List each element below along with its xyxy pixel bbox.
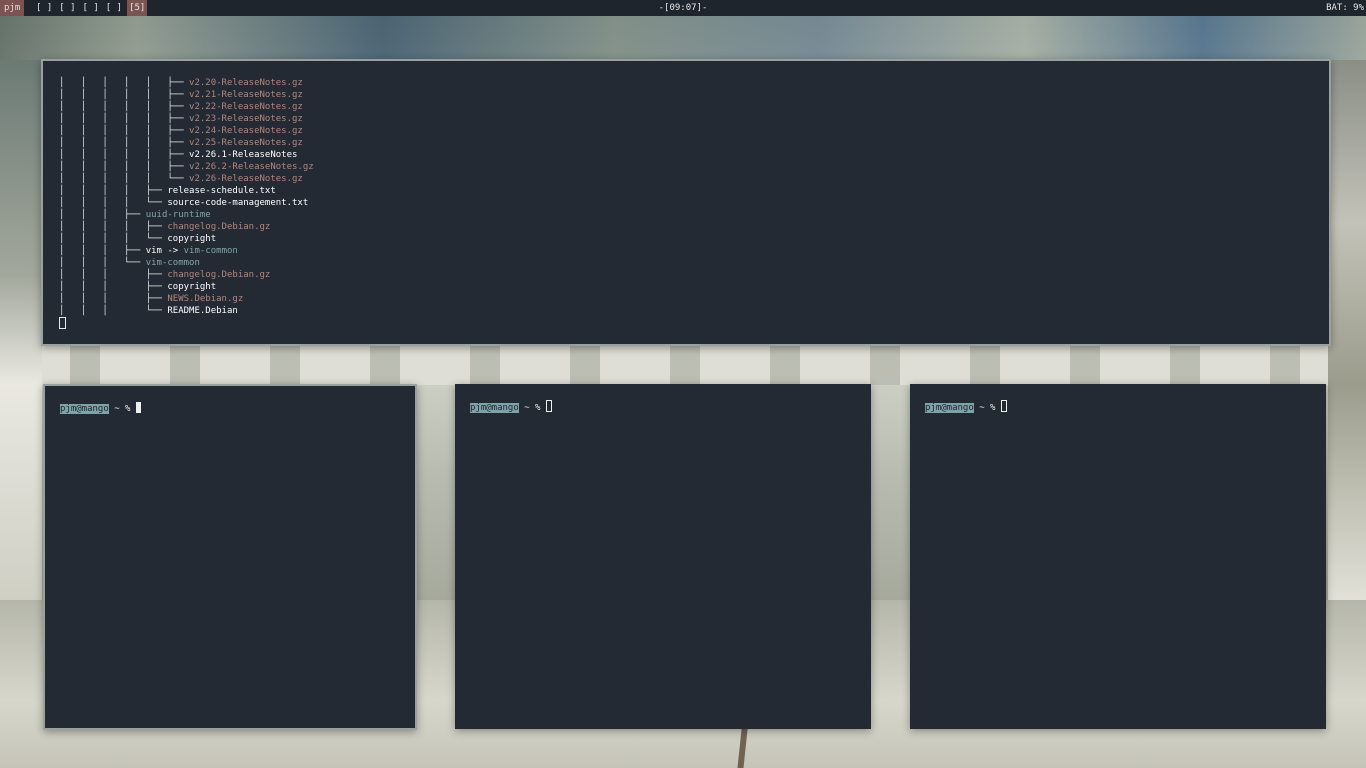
- terminal-middle[interactable]: pjm@mango ~ %: [455, 384, 871, 729]
- tree-line: │ │ │ │ │ ├── v2.26.1-ReleaseNotes: [59, 149, 314, 161]
- tree-branch: │ │ │ │ │ ├──: [59, 126, 190, 136]
- wallpaper-top: [0, 16, 1366, 60]
- tree-entry-name: copyright: [167, 234, 217, 244]
- tree-entry-name: changelog.Debian.gz: [167, 222, 271, 232]
- tree-entry-name: v2.26.1-ReleaseNotes: [189, 150, 298, 160]
- tree-branch: │ │ │ └──: [59, 306, 168, 316]
- tree-entry-name: release-schedule.txt: [167, 186, 276, 196]
- tree-branch: │ │ │ │ │ └──: [59, 174, 190, 184]
- tree-line: │ │ │ ├── vim -> vim-common: [59, 245, 314, 257]
- tree-line: │ │ │ │ │ ├── v2.23-ReleaseNotes.gz: [59, 113, 314, 125]
- tree-entry-name: v2.26-ReleaseNotes.gz: [189, 174, 303, 184]
- tree-line: │ │ │ │ │ ├── v2.22-ReleaseNotes.gz: [59, 101, 314, 113]
- prompt-suffix: ~ %: [973, 403, 1001, 413]
- tree-branch: │ │ │ │ │ ├──: [59, 150, 190, 160]
- clock: -[09:07]-: [658, 3, 708, 13]
- tree-branch: │ │ │ │ └──: [59, 234, 168, 244]
- wallpaper-chairs: [0, 345, 1366, 385]
- tree-branch: │ │ │ └──: [59, 258, 146, 268]
- prompt-host: pjm@mango: [60, 404, 109, 414]
- tree-entry-name: vim-common: [145, 258, 200, 268]
- wallpaper-left: [0, 60, 42, 600]
- tree-entry-name: v2.26.2-ReleaseNotes.gz: [189, 162, 314, 172]
- tree-entry-name: copyright: [167, 282, 217, 292]
- cursor-line: [59, 317, 314, 329]
- tree-entry-name: vim ->: [145, 246, 184, 256]
- tree-branch: │ │ │ ├──: [59, 246, 146, 256]
- tree-branch: │ │ │ ├──: [59, 294, 168, 304]
- tree-line: │ │ │ │ │ ├── v2.21-ReleaseNotes.gz: [59, 89, 314, 101]
- status-bar: pjm [ ] [ ] [ ] [ ] [5] -[09:07]- BAT: 9…: [0, 0, 1366, 16]
- tree-branch: │ │ │ │ │ ├──: [59, 78, 190, 88]
- tree-line: │ │ │ │ │ ├── v2.26.2-ReleaseNotes.gz: [59, 161, 314, 173]
- tree-line: │ │ │ │ └── copyright: [59, 233, 314, 245]
- tree-line: │ │ │ │ └── source-code-management.txt: [59, 197, 314, 209]
- tree-entry-name: v2.24-ReleaseNotes.gz: [189, 126, 303, 136]
- tree-entry-name: changelog.Debian.gz: [167, 270, 271, 280]
- prompt-host: pjm@mango: [470, 403, 519, 413]
- battery-status: BAT: 9%: [1326, 3, 1364, 13]
- terminal-left[interactable]: pjm@mango ~ %: [43, 384, 417, 730]
- tree-line: │ │ │ │ │ ├── v2.25-ReleaseNotes.gz: [59, 137, 314, 149]
- tree-branch: │ │ │ │ ├──: [59, 186, 168, 196]
- tree-entry-name: source-code-management.txt: [167, 198, 309, 208]
- tree-line: │ │ │ │ │ ├── v2.24-ReleaseNotes.gz: [59, 125, 314, 137]
- shell-prompt: pjm@mango ~ %: [470, 400, 552, 414]
- terminal-tree[interactable]: │ │ │ │ │ ├── v2.20-ReleaseNotes.gz │ │ │…: [41, 59, 1331, 346]
- tree-branch: │ │ │ │ │ ├──: [59, 114, 190, 124]
- tree-branch: │ │ │ │ │ ├──: [59, 162, 190, 172]
- prompt-suffix: ~ %: [518, 403, 546, 413]
- tree-entry-name: v2.20-ReleaseNotes.gz: [189, 78, 303, 88]
- tree-branch: │ │ │ ├──: [59, 282, 168, 292]
- text-cursor: [545, 400, 552, 412]
- text-cursor: [59, 317, 66, 329]
- prompt-suffix: ~ %: [108, 404, 136, 414]
- tree-line: │ │ │ ├── uuid-runtime: [59, 209, 314, 221]
- tree-line: │ │ │ │ │ ├── v2.20-ReleaseNotes.gz: [59, 77, 314, 89]
- wallpaper-right: [1328, 60, 1366, 600]
- tree-line: │ │ │ └── vim-common: [59, 257, 314, 269]
- tree-entry-name: v2.23-ReleaseNotes.gz: [189, 114, 303, 124]
- tree-branch: │ │ │ │ │ ├──: [59, 90, 190, 100]
- text-cursor: [135, 402, 141, 413]
- tree-entry-name: NEWS.Debian.gz: [167, 294, 244, 304]
- tree-entry-name: v2.21-ReleaseNotes.gz: [189, 90, 303, 100]
- tree-branch: │ │ │ │ │ ├──: [59, 102, 190, 112]
- tree-branch: │ │ │ ├──: [59, 210, 146, 220]
- tree-line: │ │ │ │ ├── release-schedule.txt: [59, 185, 314, 197]
- tree-branch: │ │ │ │ └──: [59, 198, 168, 208]
- shell-prompt: pjm@mango ~ %: [925, 400, 1007, 414]
- prompt-host: pjm@mango: [925, 403, 974, 413]
- shell-prompt: pjm@mango ~ %: [60, 402, 141, 415]
- tree-entry-name: uuid-runtime: [145, 210, 211, 220]
- tree-branch: │ │ │ ├──: [59, 270, 168, 280]
- tree-line: │ │ │ ├── NEWS.Debian.gz: [59, 293, 314, 305]
- tree-entry-name: v2.25-ReleaseNotes.gz: [189, 138, 303, 148]
- symlink-target: vim-common: [183, 246, 238, 256]
- terminal-right[interactable]: pjm@mango ~ %: [910, 384, 1326, 729]
- tree-line: │ │ │ ├── changelog.Debian.gz: [59, 269, 314, 281]
- tree-branch: │ │ │ │ │ ├──: [59, 138, 190, 148]
- tree-line: │ │ │ └── README.Debian: [59, 305, 314, 317]
- text-cursor: [1000, 400, 1007, 412]
- tree-entry-name: README.Debian: [167, 306, 238, 316]
- tree-entry-name: v2.22-ReleaseNotes.gz: [189, 102, 303, 112]
- tree-output: │ │ │ │ │ ├── v2.20-ReleaseNotes.gz │ │ │…: [59, 77, 314, 329]
- tree-line: │ │ │ ├── copyright: [59, 281, 314, 293]
- tree-line: │ │ │ │ ├── changelog.Debian.gz: [59, 221, 314, 233]
- tree-line: │ │ │ │ │ └── v2.26-ReleaseNotes.gz: [59, 173, 314, 185]
- tree-branch: │ │ │ │ ├──: [59, 222, 168, 232]
